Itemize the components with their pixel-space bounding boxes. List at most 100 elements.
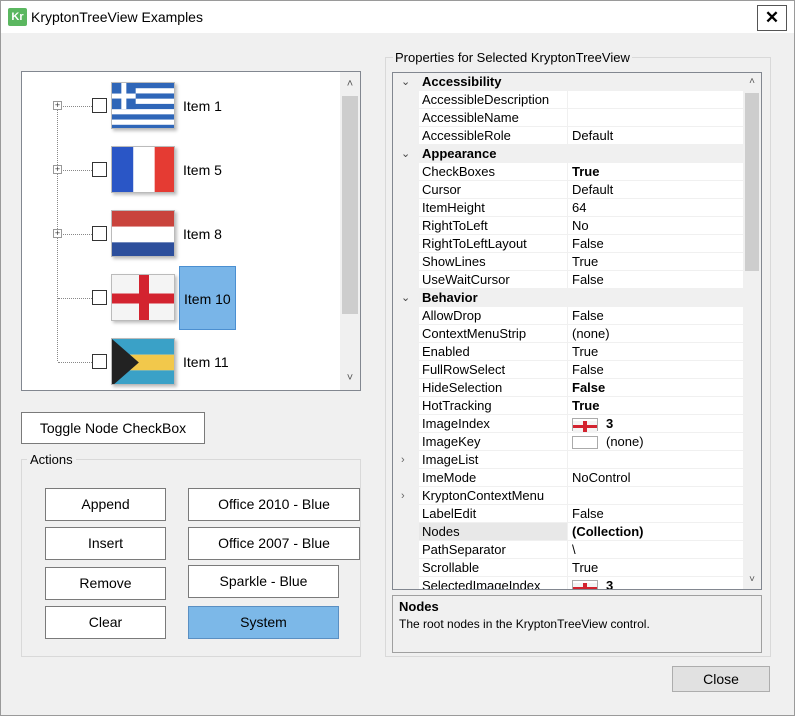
node-label[interactable]: Item 8 bbox=[179, 202, 226, 266]
collapse-icon[interactable]: ⌄ bbox=[401, 289, 410, 307]
property-name[interactable]: FullRowSelect bbox=[419, 361, 567, 379]
node-checkbox[interactable] bbox=[92, 162, 107, 177]
property-name[interactable]: KryptonContextMenu bbox=[419, 487, 567, 505]
property-value[interactable]: False bbox=[567, 235, 743, 253]
node-label[interactable]: Item 5 bbox=[179, 138, 226, 202]
property-name[interactable]: HotTracking bbox=[419, 397, 567, 415]
property-value[interactable]: Default bbox=[567, 181, 743, 199]
property-value[interactable]: 64 bbox=[567, 199, 743, 217]
window-close-button[interactable]: ✕ bbox=[757, 5, 787, 31]
property-value[interactable]: False bbox=[567, 505, 743, 523]
office-2010-blue-button[interactable]: Office 2010 - Blue bbox=[188, 488, 360, 521]
property-value[interactable]: (Collection) bbox=[567, 523, 743, 541]
property-name[interactable]: AccessibleRole bbox=[419, 127, 567, 145]
property-row[interactable]: ShowLines True bbox=[393, 253, 743, 271]
property-name[interactable]: ItemHeight bbox=[419, 199, 567, 217]
property-category[interactable]: ⌄ Accessibility bbox=[393, 73, 743, 91]
office-2007-blue-button[interactable]: Office 2007 - Blue bbox=[188, 527, 360, 560]
property-value[interactable]: NoControl bbox=[567, 469, 743, 487]
expand-icon[interactable]: + bbox=[53, 229, 62, 238]
property-name[interactable]: ImageList bbox=[419, 451, 567, 469]
property-category[interactable]: ⌄ Behavior bbox=[393, 289, 743, 307]
property-row[interactable]: Scrollable True bbox=[393, 559, 743, 577]
property-row[interactable]: FullRowSelect False bbox=[393, 361, 743, 379]
property-value[interactable]: False bbox=[567, 361, 743, 379]
scroll-up-icon[interactable]: ˄ bbox=[340, 74, 360, 94]
node-checkbox[interactable] bbox=[92, 290, 107, 305]
property-name[interactable]: RightToLeftLayout bbox=[419, 235, 567, 253]
property-row[interactable]: › ImageList bbox=[393, 451, 743, 469]
node-checkbox[interactable] bbox=[92, 354, 107, 369]
property-name[interactable]: AccessibleDescription bbox=[419, 91, 567, 109]
property-name[interactable]: PathSeparator bbox=[419, 541, 567, 559]
property-value[interactable]: False bbox=[567, 379, 743, 397]
property-name[interactable]: CheckBoxes bbox=[419, 163, 567, 181]
property-category[interactable]: ⌄ Appearance bbox=[393, 145, 743, 163]
node-checkbox[interactable] bbox=[92, 226, 107, 241]
property-row[interactable]: ItemHeight 64 bbox=[393, 199, 743, 217]
property-row[interactable]: UseWaitCursor False bbox=[393, 271, 743, 289]
node-label[interactable]: Item 10 bbox=[179, 266, 236, 330]
property-row[interactable]: Nodes (Collection) bbox=[393, 523, 743, 541]
property-row[interactable]: ImeMode NoControl bbox=[393, 469, 743, 487]
property-row[interactable]: ImageKey (none) bbox=[393, 433, 743, 451]
property-name[interactable]: ImeMode bbox=[419, 469, 567, 487]
collapse-icon[interactable]: ⌄ bbox=[401, 145, 410, 163]
property-value[interactable]: \ bbox=[567, 541, 743, 559]
property-value[interactable] bbox=[567, 487, 743, 505]
property-name[interactable]: AccessibleName bbox=[419, 109, 567, 127]
property-row[interactable]: SelectedImageIndex 3 bbox=[393, 577, 743, 589]
sparkle-blue-button[interactable]: Sparkle - Blue bbox=[188, 565, 339, 598]
toggle-node-checkbox-button[interactable]: Toggle Node CheckBox bbox=[21, 412, 205, 444]
expand-icon[interactable]: + bbox=[53, 101, 62, 110]
property-name[interactable]: ContextMenuStrip bbox=[419, 325, 567, 343]
property-row[interactable]: CheckBoxes True bbox=[393, 163, 743, 181]
grid-scroll-up-icon[interactable]: ˄ bbox=[743, 73, 761, 91]
tree-view[interactable]: ˄ ˅ + Item 1 + Item 5 + Item 8 Item 10 Item 11 bbox=[21, 71, 361, 391]
property-value[interactable]: True bbox=[567, 163, 743, 181]
clear-button[interactable]: Clear bbox=[45, 606, 166, 639]
property-row[interactable]: AccessibleName bbox=[393, 109, 743, 127]
node-label[interactable]: Item 1 bbox=[179, 74, 226, 138]
property-row[interactable]: Enabled True bbox=[393, 343, 743, 361]
property-row[interactable]: AccessibleDescription bbox=[393, 91, 743, 109]
node-checkbox[interactable] bbox=[92, 98, 107, 113]
property-row[interactable]: AccessibleRole Default bbox=[393, 127, 743, 145]
system-button[interactable]: System bbox=[188, 606, 339, 639]
property-grid-scrollbar[interactable]: ˄ ˅ bbox=[743, 73, 761, 589]
property-name[interactable]: SelectedImageIndex bbox=[419, 577, 567, 589]
property-value[interactable]: True bbox=[567, 343, 743, 361]
property-name[interactable]: AllowDrop bbox=[419, 307, 567, 325]
property-value[interactable]: No bbox=[567, 217, 743, 235]
property-value[interactable]: 3 bbox=[567, 415, 743, 433]
property-value[interactable]: False bbox=[567, 307, 743, 325]
property-name[interactable]: HideSelection bbox=[419, 379, 567, 397]
tree-node[interactable]: Item 11 bbox=[22, 330, 342, 394]
property-value[interactable]: True bbox=[567, 253, 743, 271]
property-name[interactable]: RightToLeft bbox=[419, 217, 567, 235]
grid-scroll-down-icon[interactable]: ˅ bbox=[743, 571, 761, 589]
tree-node[interactable]: Item 10 bbox=[22, 266, 342, 330]
close-button[interactable]: Close bbox=[672, 666, 770, 692]
property-value[interactable]: 3 bbox=[567, 577, 743, 589]
property-value[interactable] bbox=[567, 109, 743, 127]
property-value[interactable]: True bbox=[567, 397, 743, 415]
property-row[interactable]: AllowDrop False bbox=[393, 307, 743, 325]
property-name[interactable]: Nodes bbox=[419, 523, 567, 541]
property-name[interactable]: Enabled bbox=[419, 343, 567, 361]
property-value[interactable] bbox=[567, 91, 743, 109]
property-value[interactable]: False bbox=[567, 271, 743, 289]
remove-button[interactable]: Remove bbox=[45, 567, 166, 600]
property-row[interactable]: LabelEdit False bbox=[393, 505, 743, 523]
scroll-thumb[interactable] bbox=[342, 96, 358, 314]
property-grid[interactable]: ⌄ Accessibility AccessibleDescription Acces… bbox=[392, 72, 762, 590]
property-value[interactable]: Default bbox=[567, 127, 743, 145]
tree-node[interactable]: + Item 5 bbox=[22, 138, 342, 202]
property-row[interactable]: HotTracking True bbox=[393, 397, 743, 415]
expand-icon[interactable]: › bbox=[401, 451, 405, 469]
property-row[interactable]: PathSeparator \ bbox=[393, 541, 743, 559]
tree-node[interactable]: + Item 8 bbox=[22, 202, 342, 266]
tree-node[interactable]: + Item 1 bbox=[22, 74, 342, 138]
grid-scroll-thumb[interactable] bbox=[745, 93, 759, 271]
property-value[interactable] bbox=[567, 451, 743, 469]
